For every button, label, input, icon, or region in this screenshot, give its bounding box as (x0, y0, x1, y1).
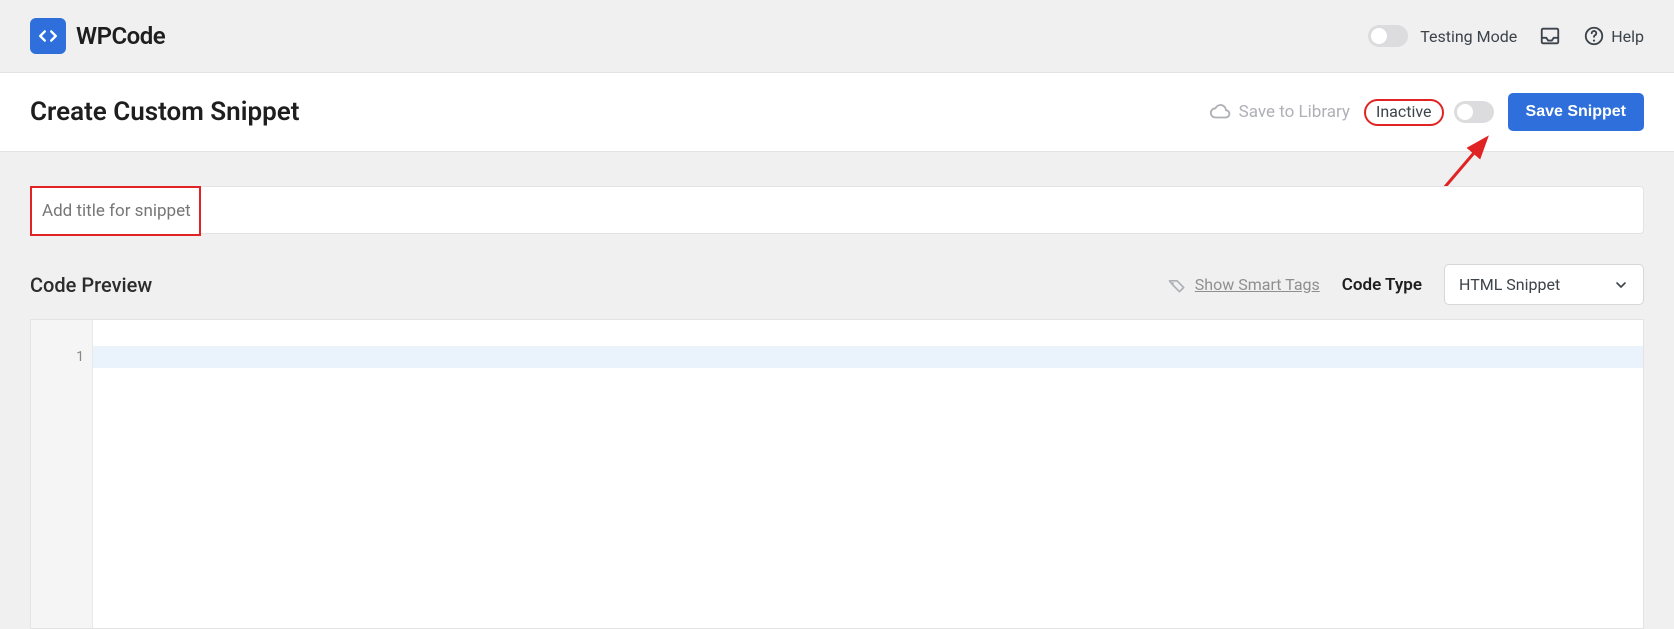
code-type-selected-value: HTML Snippet (1459, 275, 1560, 294)
brand-logo[interactable]: WPCode (30, 18, 165, 54)
show-smart-tags-button[interactable]: Show Smart Tags (1167, 275, 1320, 295)
code-type-label: Code Type (1342, 275, 1422, 295)
inbox-button[interactable] (1539, 25, 1561, 47)
code-editor[interactable]: 1 (30, 319, 1644, 629)
content-area: Add title for snippet Code Preview Show … (0, 152, 1674, 629)
brand-name: WPCode (76, 22, 165, 50)
inbox-icon (1539, 25, 1561, 47)
preview-header-right: Show Smart Tags Code Type HTML Snippet (1167, 264, 1644, 305)
show-smart-tags-label: Show Smart Tags (1195, 275, 1320, 294)
top-header-right: Testing Mode Help (1368, 25, 1644, 47)
testing-mode-group: Testing Mode (1368, 25, 1517, 47)
top-header: WPCode Testing Mode Help (0, 0, 1674, 73)
save-to-library-label: Save to Library (1239, 102, 1350, 122)
help-icon (1583, 25, 1605, 47)
active-line (93, 346, 1643, 368)
chevron-down-icon (1613, 277, 1629, 293)
line-number: 1 (31, 346, 92, 368)
tags-icon (1167, 275, 1187, 295)
save-to-library-button[interactable]: Save to Library (1209, 101, 1350, 123)
editor-gutter: 1 (31, 320, 93, 628)
code-preview-heading: Code Preview (30, 273, 152, 297)
snippet-title-input[interactable] (31, 187, 1643, 233)
help-label: Help (1611, 27, 1644, 46)
preview-header: Code Preview Show Smart Tags Code Type H… (30, 264, 1644, 305)
page-title: Create Custom Snippet (30, 97, 299, 127)
help-button[interactable]: Help (1583, 25, 1644, 47)
title-highlight-annotation: Add title for snippet (30, 186, 201, 236)
brand-logo-mark (30, 18, 66, 54)
status-toggle[interactable] (1454, 101, 1494, 123)
cloud-icon (1209, 101, 1231, 123)
testing-mode-label: Testing Mode (1420, 27, 1517, 46)
editor-code-area[interactable] (93, 320, 1643, 628)
testing-mode-toggle[interactable] (1368, 25, 1408, 47)
code-type-select[interactable]: HTML Snippet (1444, 264, 1644, 305)
snippet-title-row: Add title for snippet (30, 186, 1644, 234)
title-placeholder-text: Add title for snippet (42, 201, 191, 221)
code-slash-icon (37, 25, 59, 47)
